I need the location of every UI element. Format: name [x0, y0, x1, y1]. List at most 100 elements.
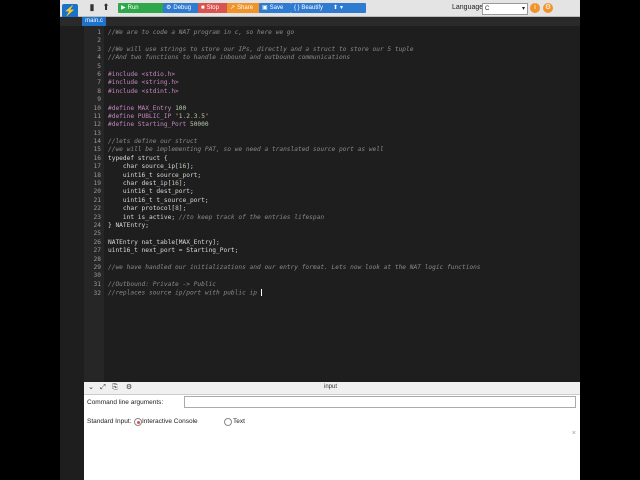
code-line[interactable]: 16 typedef struct {: [84, 155, 580, 163]
radio-interactive-console[interactable]: [134, 418, 142, 426]
code-line-text: #define Starting_Port 50000: [108, 121, 209, 129]
code-line-text: //we have handled our initializations an…: [108, 263, 481, 271]
code-line[interactable]: 4 //And two functions to handle inbound a…: [84, 54, 580, 62]
code-line[interactable]: 5: [84, 63, 580, 71]
line-number: 19: [93, 180, 101, 188]
code-line[interactable]: 1 //We are to code a NAT program in c, so…: [84, 29, 580, 37]
code-line[interactable]: 27 uint16_t next_port = Starting_Port;: [84, 247, 580, 255]
panel-title: input: [324, 384, 338, 390]
line-number: 16: [93, 154, 101, 162]
toolbar: ⚡ ▮ ⬆ ▶ Run ⚙ Debug ■ Stop ↗ Share ▣ Save { }…: [60, 0, 580, 20]
code-line[interactable]: 23 int is_active; //to keep track of the…: [84, 214, 580, 222]
line-number: 30: [93, 272, 101, 280]
code-line[interactable]: 20 uint16_t dest_port;: [84, 188, 580, 196]
code-line[interactable]: 19 char dest_ip[16];: [84, 180, 580, 188]
code-editor[interactable]: 1 //We are to code a NAT program in c, so…: [60, 26, 580, 382]
code-line[interactable]: 29 //we have handled our initializations …: [84, 264, 580, 272]
radio-text[interactable]: [224, 418, 232, 426]
code-line[interactable]: 17 char source_ip[16];: [84, 163, 580, 171]
line-number: 2: [97, 37, 101, 45]
beautify-button[interactable]: { } Beautify: [291, 3, 333, 13]
code-line[interactable]: 30: [84, 272, 580, 280]
save-button[interactable]: ▣ Save: [259, 3, 291, 13]
code-line[interactable]: 26 NATEntry nat_table[MAX_Entry];: [84, 239, 580, 247]
code-line-text: //And two functions to handle inbound an…: [108, 54, 351, 62]
code-line-text: #include <stdio.h>: [108, 70, 176, 78]
gear-icon[interactable]: ⚙: [124, 383, 134, 393]
run-button[interactable]: ▶ Run: [118, 3, 164, 13]
line-number: 18: [93, 171, 101, 179]
upload-file-icon[interactable]: ⬆: [100, 2, 112, 13]
code-line[interactable]: 6 #include <stdio.h>: [84, 71, 580, 79]
code-line[interactable]: 11 #define PUBLIC_IP "1.2.3.5": [84, 113, 580, 121]
code-line[interactable]: 8 #include <stdint.h>: [84, 88, 580, 96]
line-number: 22: [93, 205, 101, 213]
code-line[interactable]: 9: [84, 96, 580, 104]
code-line[interactable]: 25: [84, 230, 580, 238]
debug-button[interactable]: ⚙ Debug: [163, 3, 199, 13]
code-line[interactable]: 15 //we will be implementing PAT, so we n…: [84, 146, 580, 154]
copy-icon[interactable]: ⎘: [110, 383, 120, 393]
chevron-down-icon: ▾: [340, 5, 344, 11]
code-line-text: //Outbound: Private -> Public: [108, 280, 217, 288]
line-number: 31: [93, 280, 101, 288]
chevron-down-icon[interactable]: ⌄: [86, 383, 96, 393]
code-line-text: //replaces source ip/port with public ip: [108, 289, 261, 297]
settings-icon[interactable]: ⚙: [543, 3, 553, 13]
input-panel-toolbar: ⌄ ⤢ ⎘ ⚙ input: [84, 382, 580, 395]
download-button[interactable]: ⬆ ▾: [330, 3, 366, 13]
info-icon[interactable]: i: [530, 3, 540, 13]
code-line[interactable]: 22 char protocol[8];: [84, 205, 580, 213]
stdin-label: Standard Input:: [87, 418, 132, 425]
tab-main-c[interactable]: main.c: [82, 17, 106, 26]
code-line[interactable]: 13: [84, 130, 580, 138]
line-number: 5: [97, 62, 101, 70]
line-number: 15: [93, 146, 101, 154]
share-icon: ↗: [230, 5, 236, 11]
code-line-text: //we will be implementing PAT, so we nee…: [108, 146, 384, 154]
share-button[interactable]: ↗ Share: [227, 3, 260, 13]
cla-input[interactable]: [184, 396, 576, 408]
code-line[interactable]: 31 //Outbound: Private -> Public: [84, 281, 580, 289]
input-panel: ⌄ ⤢ ⎘ ⚙ input Command line arguments: St…: [84, 382, 580, 480]
code-line[interactable]: 18 uint16_t source_port;: [84, 172, 580, 180]
code-line-text: char source_ip[16];: [108, 163, 194, 171]
line-number: 21: [93, 196, 101, 204]
code-line-text: #include <stdint.h>: [108, 87, 179, 95]
code-line[interactable]: 10 #define MAX_Entry 100: [84, 105, 580, 113]
line-number: 11: [93, 112, 101, 120]
code-line[interactable]: 7 #include <string.h>: [84, 79, 580, 87]
online-gdb-app: ⚡ ▮ ⬆ ▶ Run ⚙ Debug ■ Stop ↗ Share ▣ Save { }…: [60, 0, 580, 480]
stop-button[interactable]: ■ Stop: [198, 3, 228, 13]
code-line-text: int is_active; //to keep track of the en…: [108, 213, 325, 221]
code-line[interactable]: 21 uint16_t t_source_port;: [84, 197, 580, 205]
code-line-text: typedef struct {: [108, 154, 168, 162]
line-number: 7: [97, 79, 101, 87]
line-number: 27: [93, 247, 101, 255]
file-icon[interactable]: ▮: [86, 2, 98, 13]
line-number: 17: [93, 163, 101, 171]
line-number: 32: [93, 289, 101, 297]
code-line-text: uint16_t t_source_port;: [108, 196, 209, 204]
code-lines: 1 //We are to code a NAT program in c, so…: [84, 29, 580, 298]
save-icon: ▣: [262, 5, 268, 11]
close-icon[interactable]: ×: [572, 430, 576, 437]
code-line[interactable]: 24} NATEntry;: [84, 222, 580, 230]
line-number: 14: [93, 138, 101, 146]
language-select[interactable]: C ▾: [482, 3, 528, 15]
line-number: 20: [93, 188, 101, 196]
code-line-text: uint16_t next_port = Starting_Port;: [108, 247, 239, 255]
code-line-text: #define MAX_Entry 100: [108, 104, 187, 112]
code-line[interactable]: 32 //replaces source ip/port with public …: [84, 289, 580, 297]
line-number: 9: [97, 96, 101, 104]
code-line-text: NATEntry nat_table[MAX_Entry];: [108, 238, 220, 246]
cla-label: Command line arguments:: [87, 399, 164, 406]
expand-icon[interactable]: ⤢: [98, 383, 108, 393]
code-line[interactable]: 3 //We will use strings to store our IPs,…: [84, 46, 580, 54]
code-line[interactable]: 28: [84, 256, 580, 264]
bug-icon: ⚙: [166, 5, 172, 11]
code-line[interactable]: 2: [84, 37, 580, 45]
code-line[interactable]: 12 #define Starting_Port 50000: [84, 121, 580, 129]
line-number: 6: [97, 70, 101, 78]
line-number: 10: [93, 104, 101, 112]
